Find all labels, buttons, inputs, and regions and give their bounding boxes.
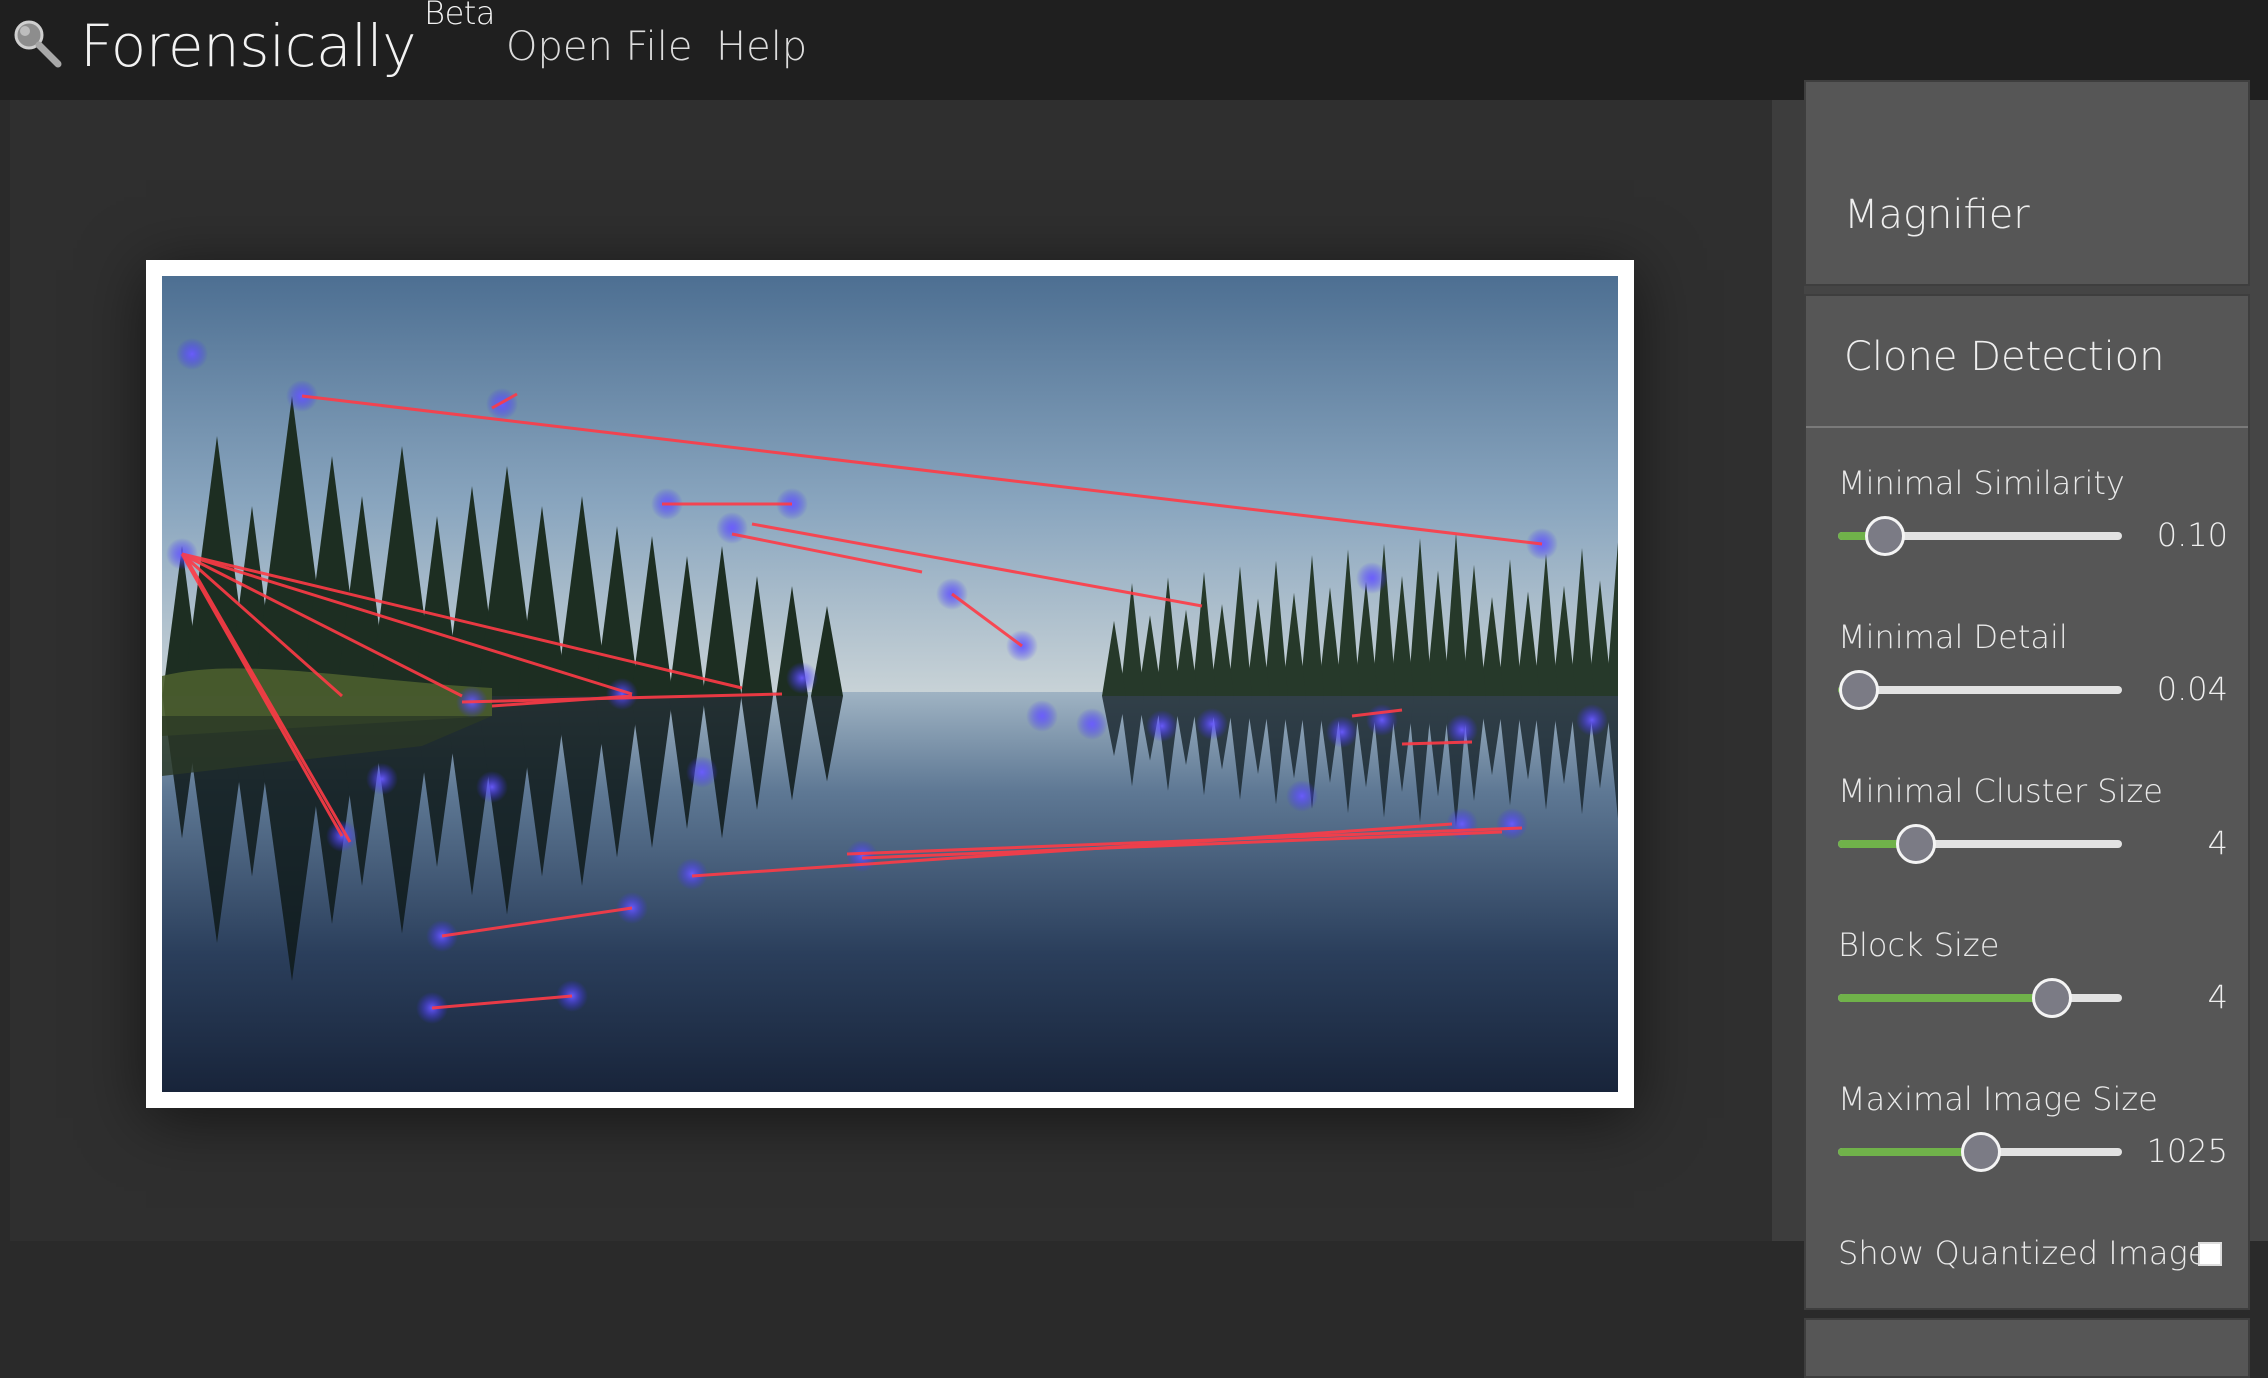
maximal-image-size-control: Maximal Image Size 1025 [1838, 1080, 2228, 1180]
analyzed-image[interactable] [162, 276, 1618, 1092]
minimal-similarity-control: Minimal Similarity 0.10 [1838, 464, 2228, 564]
image-viewport[interactable] [10, 100, 1772, 1241]
clone-detection-panel: Clone Detection Minimal Similarity 0.10 … [1804, 294, 2250, 1310]
minimal-detail-thumb[interactable] [1839, 670, 1880, 710]
clone-marker [846, 840, 878, 872]
tools-sidebar: Magnifier Clone Detection Minimal Simila… [1804, 80, 2268, 1378]
help-menu[interactable]: Help [716, 24, 807, 70]
clone-marker [686, 756, 718, 788]
show-quantized-checkbox[interactable] [2198, 1242, 2222, 1266]
clone-marker [1496, 808, 1528, 840]
clone-marker [476, 771, 508, 803]
block-size-value: 4 [2207, 978, 2228, 1016]
minimal-cluster-size-value: 4 [2207, 824, 2228, 862]
clone-marker [176, 338, 208, 370]
clone-marker [1026, 700, 1058, 732]
minimal-detail-label: Minimal Detail [1838, 618, 2068, 656]
app-title: Forensically Beta [80, 0, 495, 80]
clone-marker [786, 662, 818, 694]
magnifier-panel[interactable]: Magnifier [1804, 80, 2250, 286]
clone-marker [606, 678, 638, 710]
minimal-cluster-size-control: Minimal Cluster Size 4 [1838, 772, 2228, 872]
minimal-similarity-value: 0.10 [2156, 516, 2228, 554]
minimal-cluster-size-thumb[interactable] [1896, 824, 1937, 864]
clone-marker [1286, 780, 1318, 812]
block-size-thumb[interactable] [2032, 978, 2073, 1018]
image-frame [146, 260, 1634, 1108]
clone-detection-title[interactable]: Clone Detection [1844, 334, 2165, 380]
magnifier-title[interactable]: Magnifier [1844, 192, 2030, 238]
show-quantized-label: Show Quantized Image [1838, 1234, 2208, 1272]
minimal-detail-value: 0.04 [2156, 670, 2228, 708]
clone-marker [1366, 704, 1398, 736]
clone-marker [1196, 708, 1228, 740]
block-size-slider[interactable] [1838, 994, 2122, 1002]
slider-fill [1838, 1148, 1972, 1156]
clone-marker [1326, 716, 1358, 748]
maximal-image-size-value: 1025 [2146, 1132, 2228, 1170]
app-title-text: Forensically [80, 12, 417, 80]
clone-marker [1576, 704, 1608, 736]
block-size-label: Block Size [1838, 926, 2000, 964]
maximal-image-size-label: Maximal Image Size [1838, 1080, 2158, 1118]
maximal-image-size-thumb[interactable] [1961, 1132, 2002, 1172]
open-file-menu[interactable]: Open File [506, 24, 692, 70]
clone-marker [1076, 708, 1108, 740]
slider-fill [1838, 994, 2043, 1002]
minimal-similarity-thumb[interactable] [1864, 516, 1905, 556]
minimal-cluster-size-slider[interactable] [1838, 840, 2122, 848]
clone-marker [1146, 710, 1178, 742]
app-title-beta: Beta [424, 0, 495, 32]
block-size-control: Block Size 4 [1838, 926, 2228, 1026]
clone-match-line [1401, 740, 1473, 746]
magnifier-icon [14, 20, 62, 68]
clone-marker [1356, 562, 1388, 594]
panel-divider [1806, 426, 2248, 428]
sidebar-scrollbar[interactable] [1772, 100, 1804, 1241]
clone-marker [366, 763, 398, 795]
next-panel[interactable] [1804, 1318, 2250, 1378]
minimal-detail-control: Minimal Detail 0.04 [1838, 618, 2228, 718]
minimal-similarity-label: Minimal Similarity [1838, 464, 2125, 502]
minimal-cluster-size-label: Minimal Cluster Size [1838, 772, 2163, 810]
minimal-detail-slider[interactable] [1838, 686, 2122, 694]
clone-marker [716, 512, 748, 544]
